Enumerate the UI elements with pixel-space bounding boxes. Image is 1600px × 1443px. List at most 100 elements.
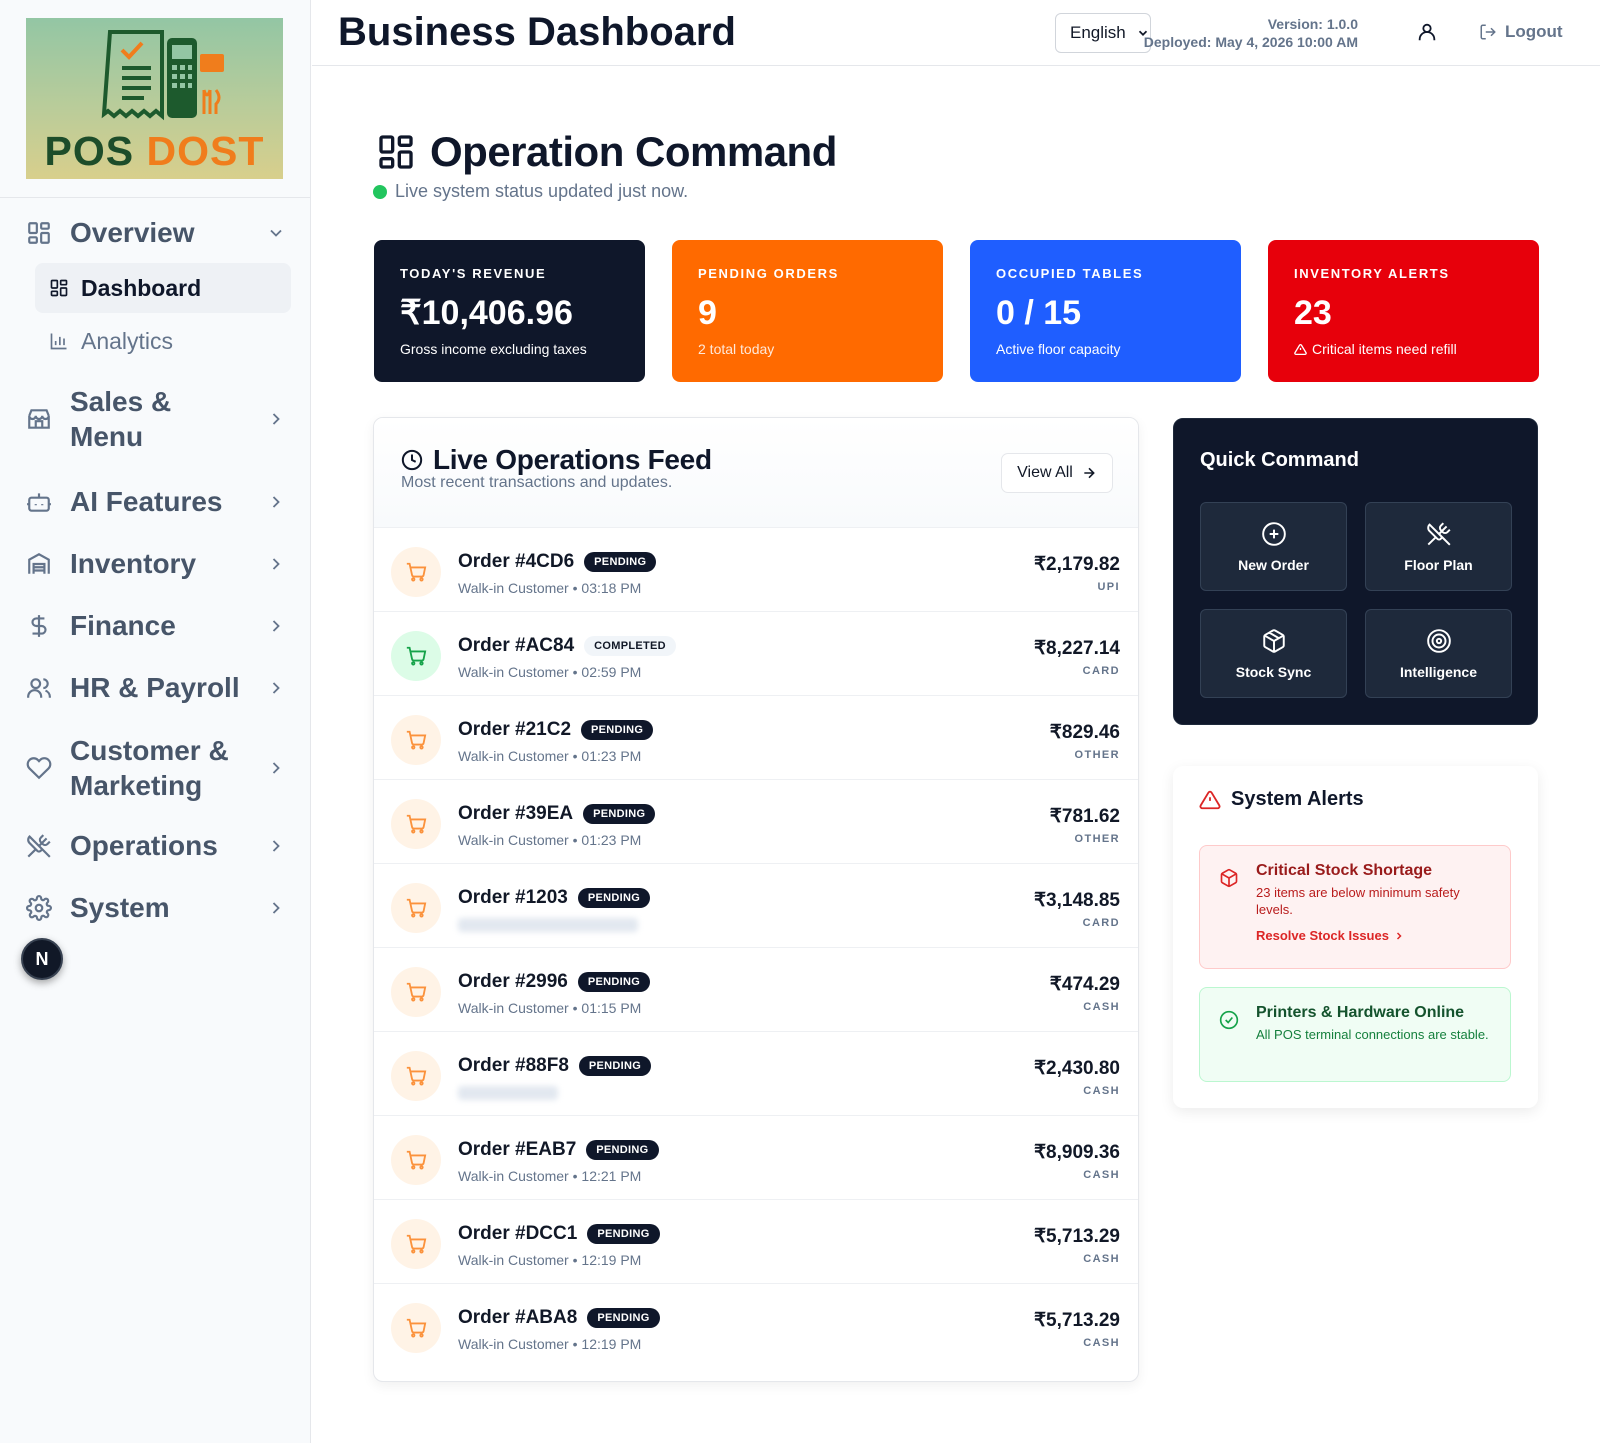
order-row[interactable]: Order #AC84 COMPLETED Walk-in Customer • 0… [374, 611, 1138, 697]
heart-icon [26, 755, 58, 781]
order-id: Order #2996 [458, 971, 568, 992]
chevron-right-icon [266, 758, 286, 778]
top-bar: Business Dashboard English Version: 1.0.… [312, 0, 1600, 66]
order-title: Order #AC84 COMPLETED [458, 635, 676, 657]
user-icon[interactable] [1416, 21, 1438, 43]
order-row[interactable]: Order #DCC1 PENDING Walk-in Customer • 12:… [374, 1199, 1138, 1285]
quick-button-label: New Order [1238, 556, 1309, 573]
alert-description: 23 items are below minimum safety levels… [1256, 885, 1460, 917]
language-value: English [1070, 23, 1126, 42]
order-row[interactable]: Order #88F8 PENDING ₹2,430.80 CASH [374, 1031, 1138, 1117]
order-row[interactable]: Order #21C2 PENDING Walk-in Customer • 01:… [374, 695, 1138, 781]
stat-subtitle: 2 total today [698, 341, 917, 357]
cart-icon [391, 883, 441, 933]
payment-method: CASH [1083, 1253, 1120, 1265]
system-alerts-title: System Alerts [1199, 788, 1364, 811]
sidebar-item-dashboard[interactable]: Dashboard [35, 263, 291, 313]
cart-icon [391, 715, 441, 765]
sidebar-group-overview[interactable]: Overview [26, 215, 286, 250]
stat-card-revenue[interactable]: TODAY'S REVENUE ₹10,406.96 Gross income … [374, 240, 645, 382]
order-row[interactable]: Order #EAB7 PENDING Walk-in Customer • 12:… [374, 1115, 1138, 1201]
order-amount: ₹5,713.29 [1033, 1226, 1120, 1247]
floor-plan-button[interactable]: Floor Plan [1365, 502, 1512, 591]
view-all-button[interactable]: View All [1001, 453, 1113, 493]
warehouse-icon [26, 551, 58, 577]
cart-icon [391, 1219, 441, 1269]
alert-title: Printers & Hardware Online [1256, 1004, 1465, 1021]
dev-indicator-badge[interactable]: N [21, 938, 63, 980]
order-row[interactable]: Order #ABA8 PENDING Walk-in Customer • 12:… [374, 1283, 1138, 1369]
order-row[interactable]: Order #39EA PENDING Walk-in Customer • 01:… [374, 779, 1138, 865]
resolve-stock-link[interactable]: Resolve Stock Issues [1256, 928, 1490, 943]
order-title: Order #ABA8 PENDING [458, 1307, 660, 1329]
order-title: Order #DCC1 PENDING [458, 1223, 660, 1245]
sidebar-group-ai-features[interactable]: AI Features [26, 484, 286, 519]
clock-icon [401, 449, 423, 471]
package-icon [1219, 868, 1239, 888]
sidebar-group-inventory[interactable]: Inventory [26, 546, 286, 581]
cart-icon [391, 1303, 441, 1353]
status-badge: PENDING [577, 972, 651, 992]
warning-icon [1294, 343, 1307, 356]
order-row[interactable]: Order #4CD6 PENDING Walk-in Customer • 03:… [374, 527, 1138, 613]
feed-subtitle: Most recent transactions and updates. [401, 474, 673, 491]
intelligence-button[interactable]: Intelligence [1365, 609, 1512, 698]
payment-method: CASH [1083, 1001, 1120, 1013]
sidebar-group-operations[interactable]: Operations [26, 828, 286, 863]
stat-card-pending-orders[interactable]: PENDING ORDERS 9 2 total today [672, 240, 943, 382]
logout-button[interactable]: Logout [1479, 22, 1563, 42]
order-id: Order #4CD6 [458, 551, 575, 572]
quick-command-panel: Quick Command New Order Floor Plan Stock… [1173, 418, 1538, 725]
new-order-button[interactable]: New Order [1200, 502, 1347, 591]
page-title: Business Dashboard [338, 10, 736, 54]
live-operations-feed: Live Operations Feed Most recent transac… [373, 417, 1139, 1382]
sidebar-item-analytics[interactable]: Analytics [35, 316, 291, 366]
stat-card-occupied-tables[interactable]: OCCUPIED TABLES 0 / 15 Active floor capa… [970, 240, 1241, 382]
order-id: Order #ABA8 [458, 1307, 578, 1328]
sidebar-group-label: Inventory [70, 548, 197, 579]
stat-title: TODAY'S REVENUE [400, 266, 547, 281]
payment-method: CARD [1082, 665, 1120, 677]
sidebar-group-customer-marketing[interactable]: Customer & Marketing [26, 733, 286, 803]
payment-method: CASH [1083, 1169, 1120, 1181]
payment-method: OTHER [1074, 749, 1120, 761]
sidebar-group-hr-payroll[interactable]: HR & Payroll [26, 670, 286, 705]
stat-subtitle-text: Active floor capacity [996, 341, 1121, 357]
sidebar-group-system[interactable]: System [26, 890, 286, 925]
chevron-right-icon [266, 898, 286, 918]
resolve-stock-link-label: Resolve Stock Issues [1256, 928, 1389, 943]
order-title: Order #EAB7 PENDING [458, 1139, 659, 1161]
order-amount: ₹781.62 [1049, 806, 1120, 827]
utensils-crossed-icon [26, 833, 58, 859]
plus-circle-icon [1261, 521, 1287, 547]
stat-title: OCCUPIED TABLES [996, 266, 1144, 281]
target-icon [1426, 628, 1452, 654]
order-row[interactable]: Order #1203 PENDING ₹3,148.85 CARD [374, 863, 1138, 949]
stat-card-inventory-alerts[interactable]: INVENTORY ALERTS 23 Critical items need … [1268, 240, 1539, 382]
stock-sync-button[interactable]: Stock Sync [1200, 609, 1347, 698]
sidebar-group-sales-menu[interactable]: Sales & Menu [26, 384, 286, 454]
stat-subtitle: Critical items need refill [1294, 341, 1513, 357]
pos-dost-logo[interactable]: POS DOST [26, 18, 283, 179]
order-id: Order #EAB7 [458, 1139, 577, 1160]
layout-grid-icon [376, 132, 416, 172]
stat-title: PENDING ORDERS [698, 266, 839, 281]
version-info: Version: 1.0.0 Deployed: May 4, 2026 10:… [1144, 15, 1358, 51]
sidebar-item-label: Analytics [81, 327, 174, 354]
order-row[interactable]: Order #2996 PENDING Walk-in Customer • 01:… [374, 947, 1138, 1033]
language-select[interactable]: English [1055, 13, 1151, 53]
sidebar-group-finance[interactable]: Finance [26, 608, 286, 643]
chevron-right-icon [266, 554, 286, 574]
alert-triangle-icon [1199, 789, 1221, 811]
status-text: Live system status updated just now. [395, 181, 689, 201]
status-badge: PENDING [584, 552, 657, 572]
stat-subtitle-text: Gross income excluding taxes [400, 341, 587, 357]
order-title: Order #4CD6 PENDING [458, 551, 657, 573]
sidebar-group-label: HR & Payroll [70, 672, 240, 703]
quick-button-label: Intelligence [1399, 663, 1478, 680]
logout-icon [1479, 23, 1497, 41]
sidebar: POS DOST Overview Dashboard Analytics Sa… [0, 0, 311, 1443]
sidebar-divider [0, 197, 311, 198]
sidebar-item-label: Dashboard [81, 274, 202, 301]
order-amount: ₹2,430.80 [1033, 1058, 1120, 1079]
